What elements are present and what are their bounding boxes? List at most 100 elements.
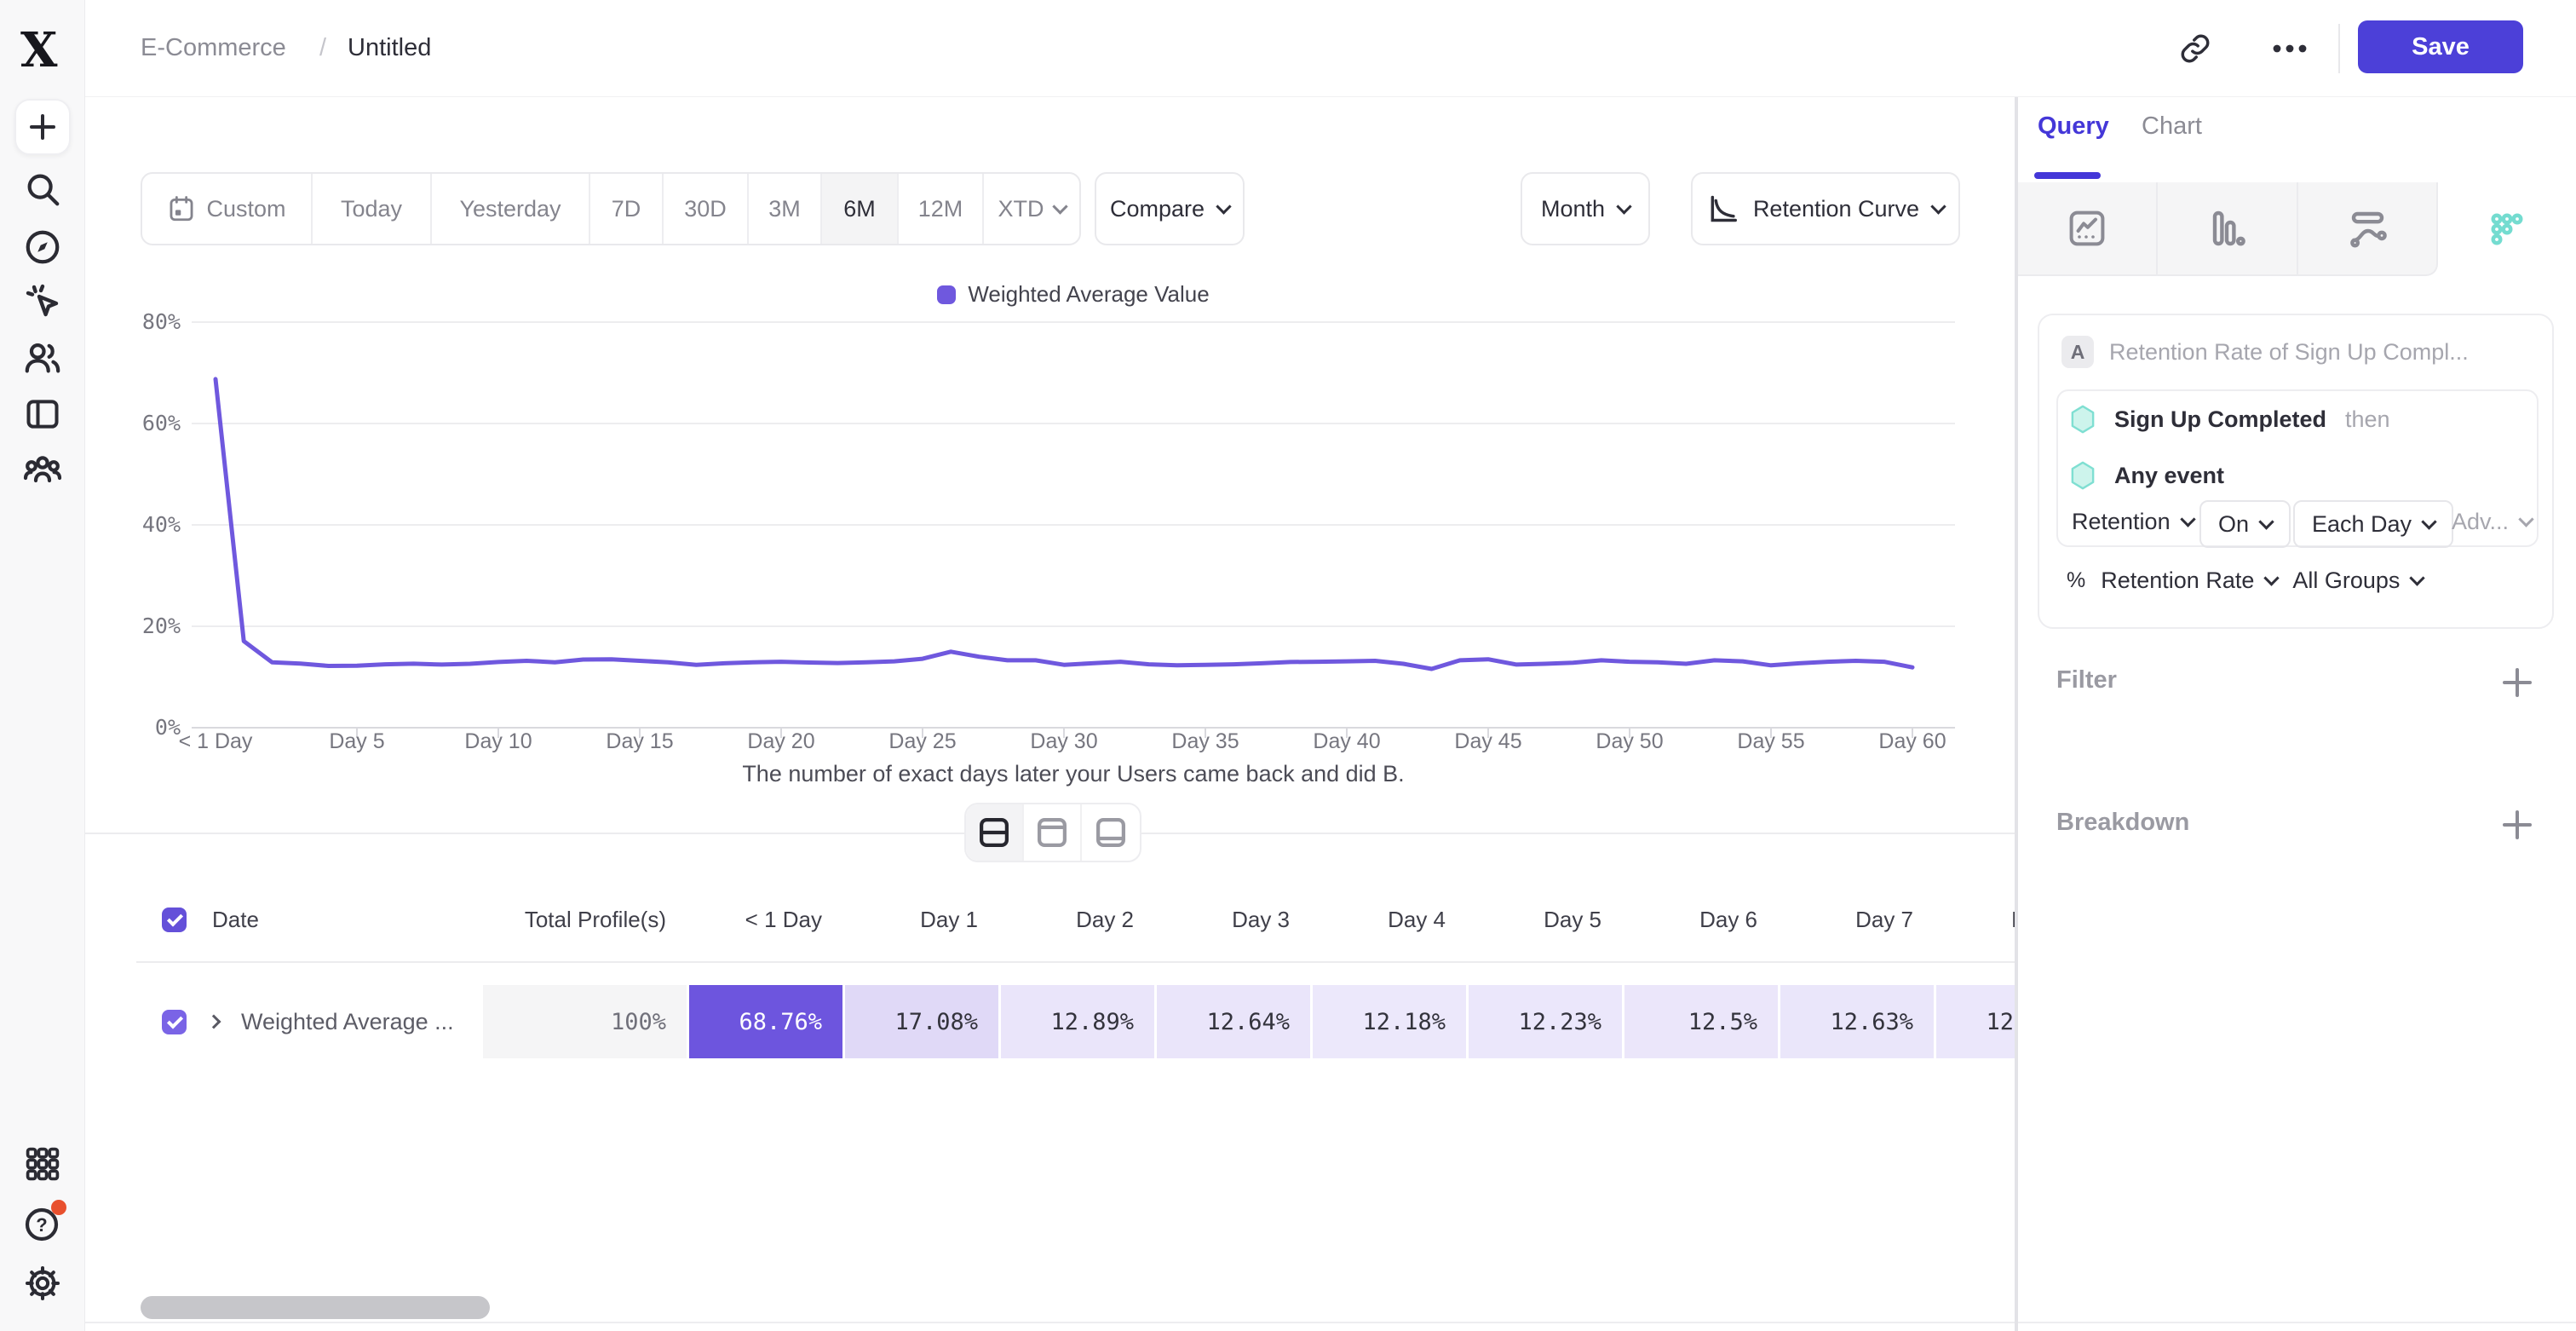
save-button[interactable]: Save [2358, 20, 2523, 73]
retention-curve-icon [1707, 193, 1739, 225]
toggle-chart-only[interactable] [1024, 804, 1082, 861]
range-label: Today [341, 196, 402, 222]
retention-value-cell[interactable]: 17.08% [845, 985, 998, 1058]
create-new-button[interactable] [14, 99, 71, 155]
measure-label: Retention Rate [2101, 568, 2254, 594]
tab-chart[interactable]: Chart [2142, 112, 2202, 141]
retention-value-cell[interactable]: 12.23% [1469, 985, 1622, 1058]
x-axis-caption: The number of exact days later your User… [192, 761, 1955, 787]
settings-gear-icon[interactable] [22, 1263, 63, 1304]
filter-section-label: Filter [2056, 666, 2117, 694]
groups-label: All Groups [2292, 568, 2400, 594]
returning-event-label: Any event [2114, 463, 2224, 489]
advanced-label: Adv... [2452, 509, 2509, 535]
range-3m[interactable]: 3M [749, 174, 822, 244]
breadcrumb-project[interactable]: E-Commerce [141, 34, 286, 62]
add-breakdown-button[interactable] [2503, 810, 2532, 839]
chevron-down-icon [2264, 570, 2280, 585]
column-header: Day 4 [1313, 893, 1466, 946]
plus-icon [30, 114, 55, 140]
range-yesterday[interactable]: Yesterday [432, 174, 590, 244]
chart-legend[interactable]: Weighted Average Value [192, 281, 1955, 308]
range-label: 3M [768, 196, 801, 222]
retention-icon [2487, 209, 2527, 250]
compare-button[interactable]: Compare [1095, 172, 1245, 245]
first-event-row[interactable]: Sign Up Completed then [2070, 405, 2390, 434]
view-toggle-group [964, 803, 1141, 862]
range-xtd[interactable]: XTD [984, 174, 1079, 244]
retention-value-cell[interactable]: 12.65% [1936, 985, 2015, 1058]
column-header: Day 8 [1936, 893, 2015, 946]
chart-type-button[interactable]: Retention Curve [1691, 172, 1960, 245]
x-axis-tick-label: Day 30 [1000, 729, 1128, 754]
percent-symbol: % [2067, 568, 2085, 593]
measure-row: % Retention Rate All Groups [2067, 568, 2423, 594]
on-dropdown[interactable]: On [2199, 500, 2291, 548]
retention-value-cell[interactable]: 12.64% [1157, 985, 1310, 1058]
range-label: 12M [918, 196, 963, 222]
granularity-label: Month [1541, 196, 1605, 222]
discover-compass-icon[interactable] [22, 227, 63, 268]
users-icon[interactable] [22, 337, 63, 378]
retention-value-cell[interactable]: 12.89% [1001, 985, 1154, 1058]
apps-grid-icon[interactable] [22, 1144, 63, 1184]
row-label-cell: Weighted Average ... [136, 985, 480, 1058]
boards-icon[interactable] [22, 394, 63, 435]
x-axis-tick-label: Day 5 [293, 729, 421, 754]
cohorts-icon[interactable] [22, 450, 63, 491]
retention-line-chart[interactable] [192, 307, 1955, 750]
frequency-label: Each Day [2312, 511, 2412, 538]
granularity-button[interactable]: Month [1521, 172, 1650, 245]
retention-value-cell[interactable]: 12.63% [1780, 985, 1934, 1058]
chart-only-icon [1033, 815, 1071, 850]
range-today[interactable]: Today [313, 174, 432, 244]
groups-dropdown[interactable]: All Groups [2292, 568, 2423, 594]
tab-query[interactable]: Query [2038, 112, 2109, 141]
range-custom[interactable]: Custom [142, 174, 313, 244]
frequency-dropdown[interactable]: Each Day [2293, 500, 2453, 548]
range-30d[interactable]: 30D [664, 174, 749, 244]
legend-swatch [937, 285, 956, 304]
more-options-icon[interactable] [2271, 43, 2309, 55]
x-axis-tick-label: Day 40 [1283, 729, 1411, 754]
range-7d[interactable]: 7D [590, 174, 664, 244]
returning-event-row[interactable]: Any event [2070, 461, 2224, 490]
select-all-checkbox[interactable] [162, 908, 187, 932]
retention-value-cell[interactable]: 12.18% [1313, 985, 1466, 1058]
report-funnels[interactable] [2158, 182, 2297, 276]
x-axis-tick-label: < 1 Day [152, 729, 279, 754]
x-axis-tick-label: Day 25 [859, 729, 986, 754]
advanced-dropdown[interactable]: Adv... [2452, 509, 2532, 535]
report-insights[interactable] [2018, 182, 2158, 276]
report-retention[interactable] [2438, 182, 2576, 276]
chevron-down-icon [2410, 570, 2425, 585]
chevron-down-icon [1052, 199, 1067, 214]
range-12m[interactable]: 12M [899, 174, 984, 244]
report-flows[interactable] [2298, 182, 2438, 276]
range-6m[interactable]: 6M [822, 174, 899, 244]
breadcrumb-title[interactable]: Untitled [348, 34, 431, 62]
criteria-label: Retention [2072, 509, 2171, 535]
horizontal-scrollbar-thumb[interactable] [141, 1296, 490, 1319]
expand-row-icon[interactable] [207, 1015, 221, 1029]
retention-value-cell[interactable]: 12.5% [1624, 985, 1778, 1058]
measure-dropdown[interactable]: Retention Rate [2101, 568, 2277, 594]
search-icon[interactable] [22, 169, 63, 210]
query-block-badge: A [2061, 336, 2094, 368]
query-block-title[interactable]: Retention Rate of Sign Up Compl... [2109, 339, 2535, 366]
row-checkbox[interactable] [162, 1010, 187, 1034]
calendar-icon [167, 194, 196, 223]
criteria-dropdown[interactable]: Retention [2072, 509, 2194, 535]
mixpanel-logo[interactable]: X [20, 22, 65, 72]
copy-link-icon[interactable] [2179, 32, 2211, 65]
toggle-table-only[interactable] [1082, 804, 1140, 861]
add-filter-button[interactable] [2503, 668, 2532, 697]
legend-label: Weighted Average Value [968, 281, 1209, 308]
retention-value-cell[interactable]: 68.76% [689, 985, 842, 1058]
toggle-split-view[interactable] [966, 804, 1024, 861]
retention-value-cell[interactable]: 100% [483, 985, 687, 1058]
retention-line[interactable] [216, 379, 1912, 669]
help-icon[interactable]: ? [22, 1203, 63, 1244]
table-row: Weighted Average ... 100%68.76%17.08%12.… [136, 985, 2015, 1058]
cursor-click-icon[interactable] [22, 281, 63, 322]
